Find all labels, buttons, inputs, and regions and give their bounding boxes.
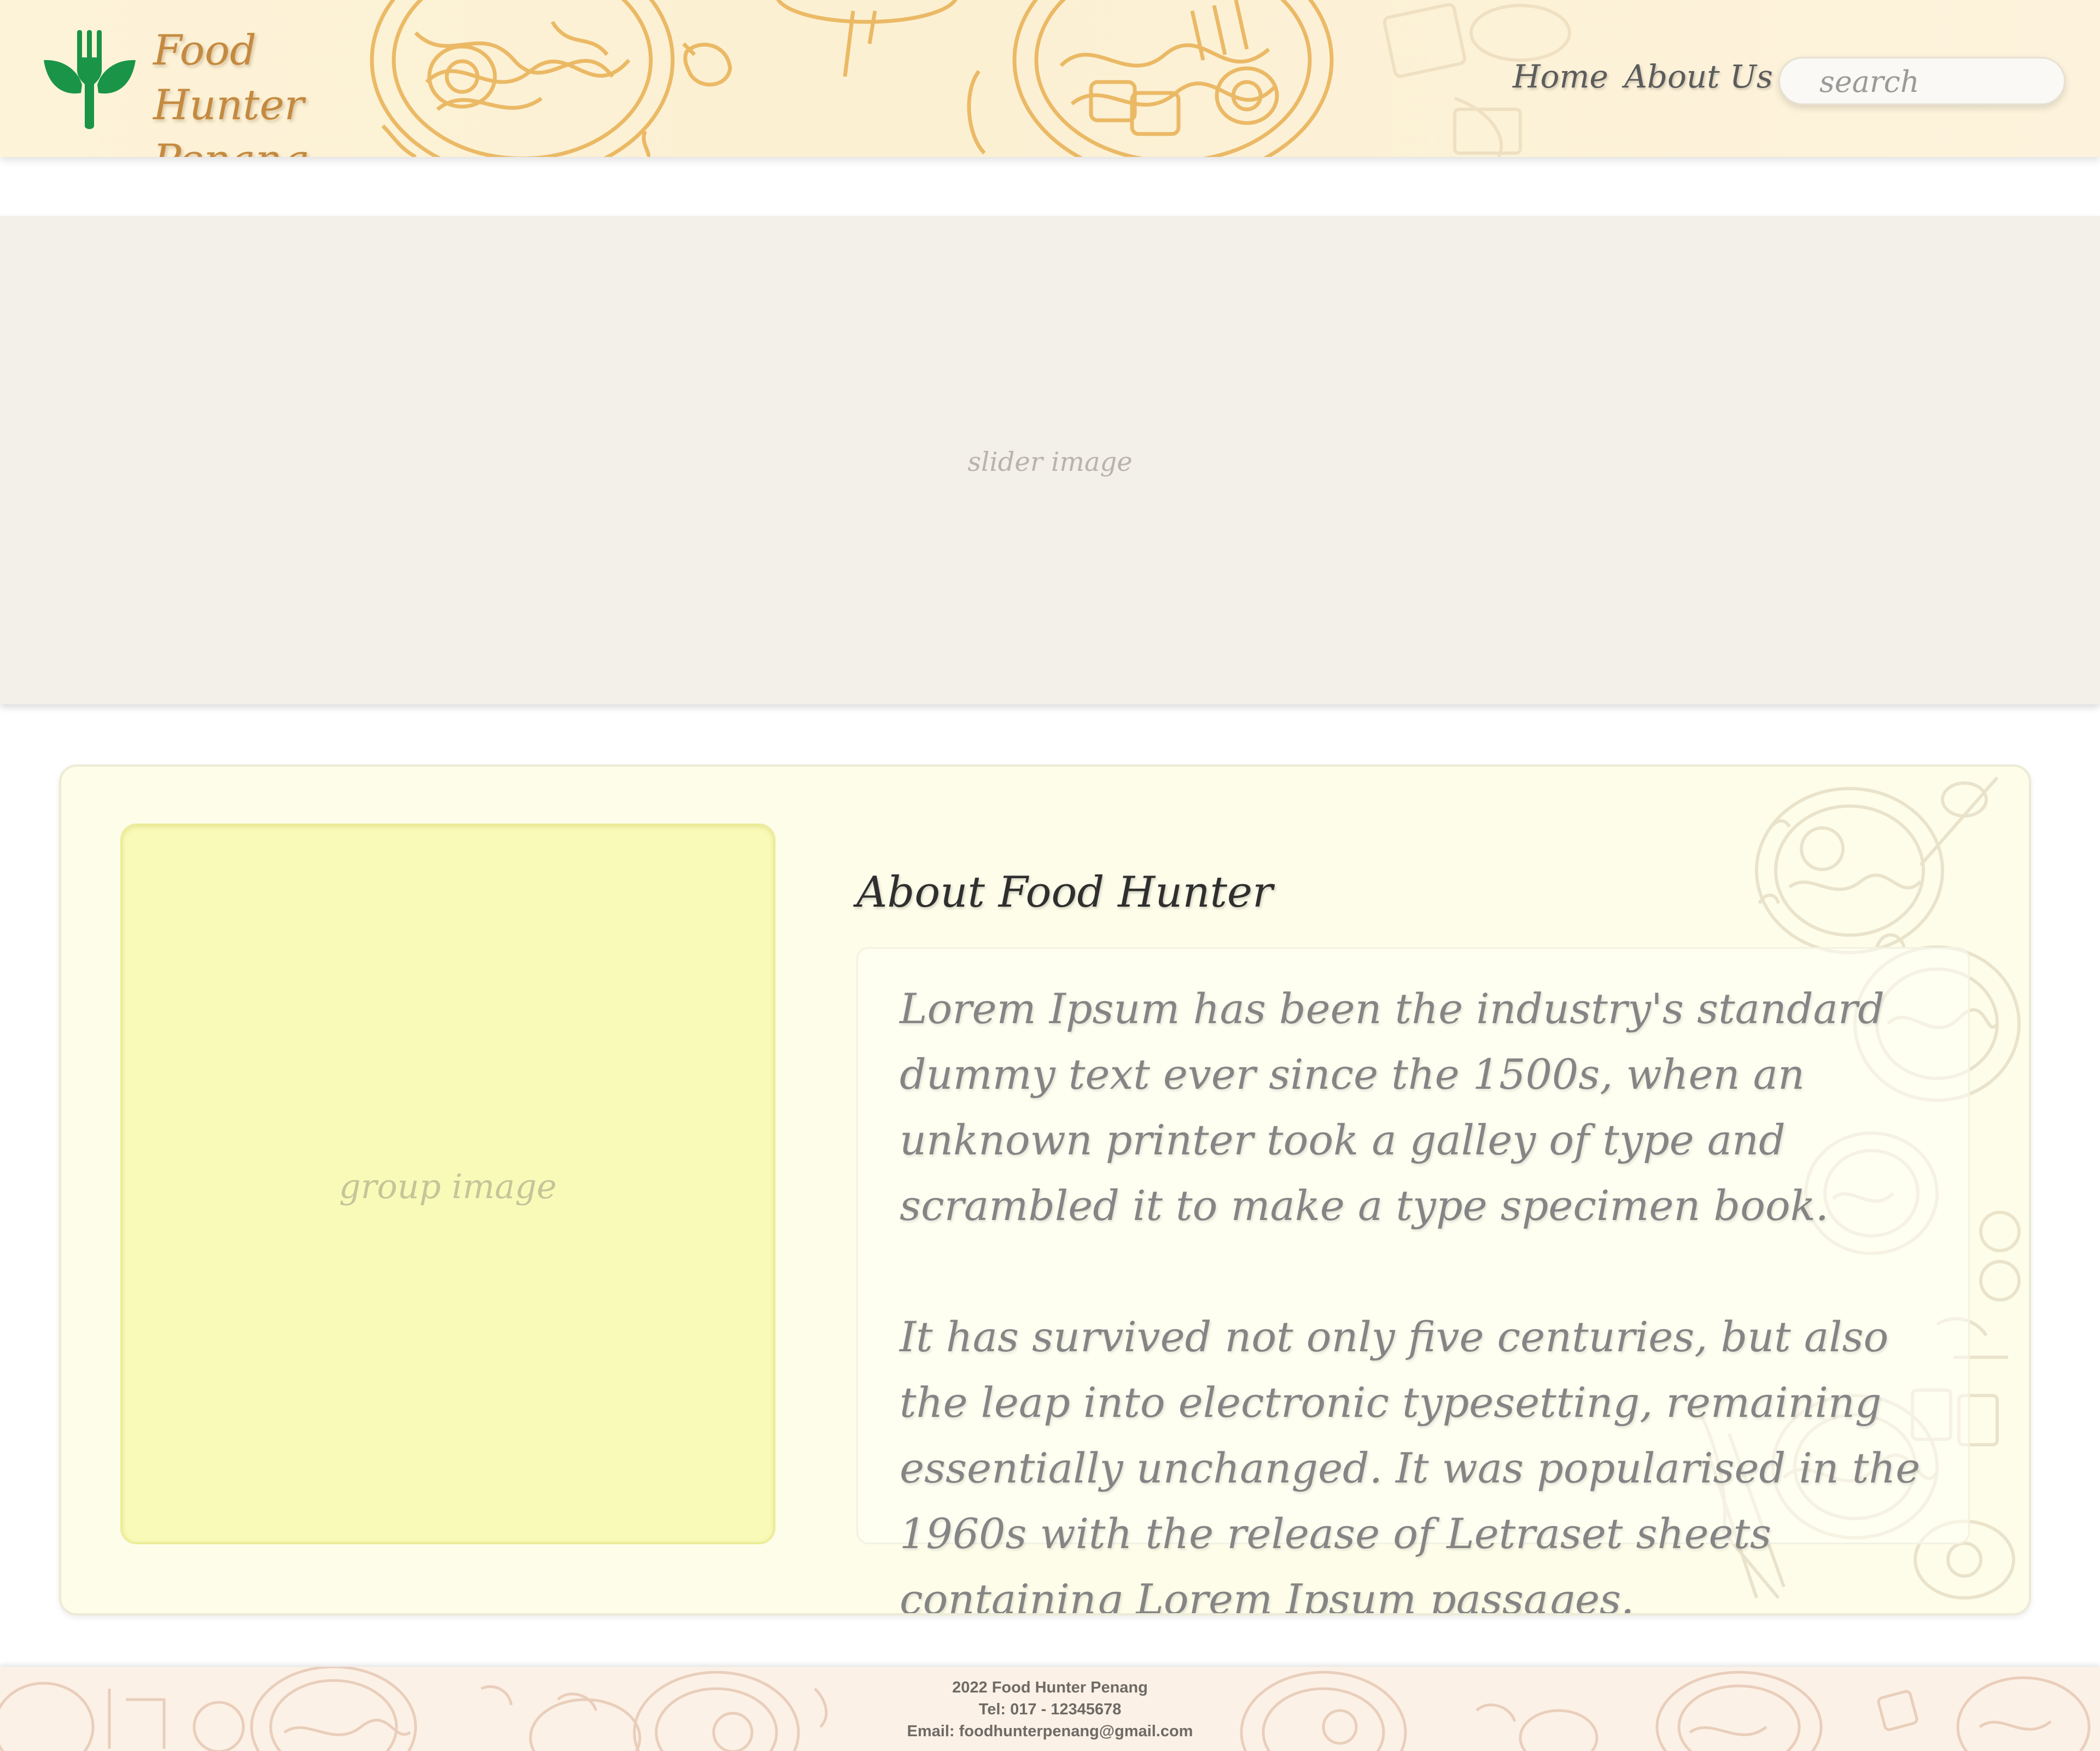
about-paragraph-1: Lorem Ipsum has been the industry's stan… <box>900 984 1885 1230</box>
brand-line-2: Penang <box>153 132 383 157</box>
nav-home-link[interactable]: Home <box>1513 55 1608 98</box>
search-box[interactable] <box>1778 57 2066 105</box>
footer-tel: Tel: 017 - 12345678 <box>978 1701 1122 1718</box>
group-image-placeholder: group image <box>339 1166 557 1206</box>
group-image: group image <box>120 824 775 1544</box>
about-section: group image About Food Hunter Lorem Ipsu… <box>59 764 2031 1615</box>
footer-info: 2022 Food Hunter Penang Tel: 017 - 12345… <box>0 1677 2100 1742</box>
logo[interactable] <box>44 27 137 131</box>
footer-copyright: 2022 Food Hunter Penang <box>952 1679 1148 1696</box>
footer-email: Email: foodhunterpenang@gmail.com <box>907 1723 1193 1740</box>
slider-image-placeholder: slider image <box>967 447 1133 477</box>
site-header: Food Hunter Penang Home About Us <box>0 0 2100 157</box>
fork-leaf-icon <box>44 30 136 129</box>
search-input[interactable] <box>1818 59 2050 104</box>
about-text-box: Lorem Ipsum has been the industry's stan… <box>856 947 1970 1613</box>
hero-slider[interactable]: slider image <box>0 216 2100 704</box>
about-paragraph-2: It has survived not only five centuries,… <box>900 1312 1921 1615</box>
about-title: About Food Hunter <box>856 868 1273 917</box>
site-footer: 2022 Food Hunter Penang Tel: 017 - 12345… <box>0 1667 2100 1751</box>
brand-line-1: Food Hunter <box>153 26 305 129</box>
brand-name[interactable]: Food Hunter Penang <box>153 23 383 157</box>
nav-about-link[interactable]: About Us <box>1624 55 1773 98</box>
